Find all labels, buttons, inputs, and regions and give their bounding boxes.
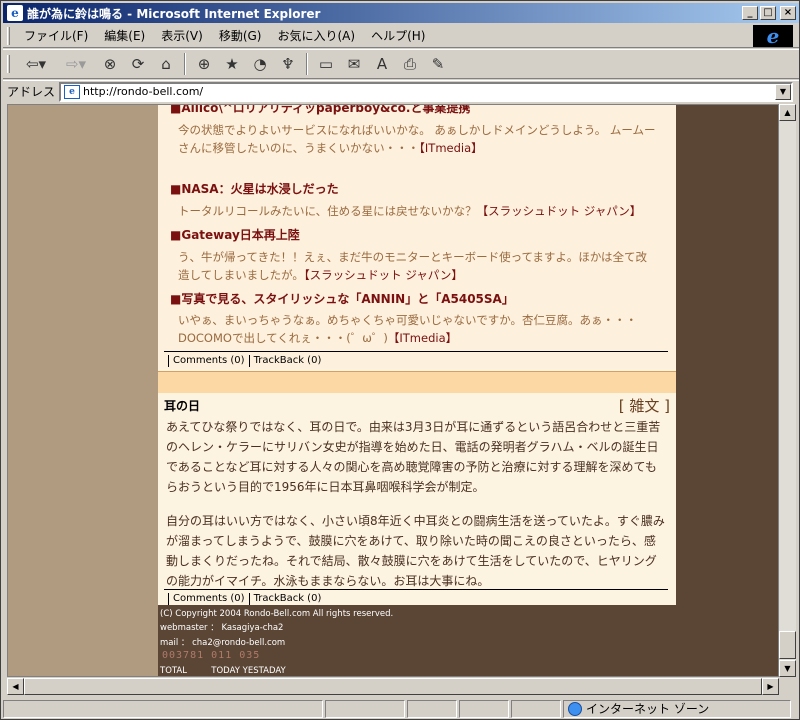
toolbar-separator [306,53,308,75]
status-pane [325,699,405,718]
close-button[interactable]: × [780,6,796,20]
address-dropdown-icon[interactable]: ▼ [775,83,791,100]
access-counter: 003781 011 035 [162,650,260,661]
news-source-link[interactable]: 【スラッシュドット ジャパン】 [304,268,463,282]
menu-go[interactable]: 移動(G) [211,25,270,46]
address-label: アドレス [7,85,56,99]
status-bar: インターネット ゾーン [3,698,799,719]
counter-yesterday: 035 [239,650,261,661]
news-body: トータルリコールみたいに、住める星には戻せないかな？【スラッシュドット ジャパン… [178,202,658,220]
menu-view[interactable]: 表示(V) [153,25,211,46]
entry-divider [158,371,676,393]
forward-arrow-icon[interactable]: ⇨▾ [57,52,95,76]
vertical-scroll-thumb[interactable] [779,631,796,659]
label-today: TODAY [211,666,240,676]
print-icon[interactable]: ⎙ [397,52,423,76]
channels-icon[interactable]: ♆ [275,52,301,76]
minimize-button[interactable]: _ [742,6,758,20]
page-content: ■Ailico\^ロリアリティッpaperboy&co.と事業提携 今の状態でよ… [158,105,676,676]
news-body: う、牛が帰ってきた！！えぇ、まだ牛のモニターとキーボード使ってますよ。ほかは全て… [178,248,658,284]
trackback-link[interactable]: TrackBack (0) [254,593,322,604]
edit-icon[interactable]: ✎ [425,52,451,76]
news-headline[interactable]: ■写真で見る、スタイリッシュな「ANNIN」と「A5405SA」 [170,290,514,307]
news-source-link[interactable]: 【スラッシュドット ジャパン】 [477,204,642,218]
page-footer: (C) Copyright 2004 Rondo-Bell.com All ri… [158,605,676,676]
mail-icon[interactable]: ✉ [341,52,367,76]
news-body: いやぁ、まいっちゃうなぁ。めちゃくちゃ可愛いじゃないですか。杏仁豆腐。あぁ・・・… [178,311,658,347]
menu-bar: ファイル(F) 編集(E) 表示(V) 移動(G) お気に入り(A) ヘルプ(H… [3,24,799,48]
left-background [8,105,158,676]
maximize-button[interactable]: □ [760,6,776,20]
counter-labels: TOTAL TODAY YESTADAY [160,666,286,676]
font-icon[interactable]: A [369,52,395,76]
search-icon[interactable]: ⊕ [191,52,217,76]
news-headline[interactable]: ■Ailico\^ロリアリティッpaperboy&co.と事業提携 [170,105,470,116]
news-text: 今の状態でよりよいサービスになればいいかな。 あぁしかしドメインどうしよう。 ム… [178,123,656,155]
news-headline[interactable]: ■Gateway日本再上陸 [170,226,300,243]
counter-total: 003781 [162,650,205,661]
refresh-icon[interactable]: ⟳ [125,52,151,76]
back-arrow-icon[interactable]: ⇦▾ [17,52,55,76]
trackback-link[interactable]: TrackBack (0) [254,355,322,366]
toolbar-grip [7,55,10,73]
news-headline[interactable]: ■NASA：火星は水浸しだった [170,180,339,197]
address-bar: アドレス e ▼ [3,80,799,102]
news-text: トータルリコールみたいに、住める星には戻せないかな？ [178,204,477,218]
status-text-pane [3,699,323,718]
scroll-left-icon[interactable]: ◀ [7,678,24,695]
ie-logo-icon: e [753,24,793,48]
scroll-right-icon[interactable]: ▶ [762,678,779,695]
menu-help[interactable]: ヘルプ(H) [363,25,433,46]
stop-icon[interactable]: ⊗ [97,52,123,76]
window-title: 誰が為に鈴は鳴る - Microsoft Internet Explorer [27,6,321,21]
scroll-up-icon[interactable]: ▲ [779,104,796,121]
scroll-down-icon[interactable]: ▼ [779,660,796,677]
address-input[interactable] [83,85,775,98]
zone-pane: インターネット ゾーン [563,699,791,718]
article-paragraph: 自分の耳はいい方ではなく、小さい頃8年近く中耳炎との闘病生活を送っていたよ。すぐ… [166,514,665,588]
zone-text: インターネット ゾーン [586,702,710,716]
comments-link[interactable]: Comments (0) [173,355,245,366]
standard-toolbar: ⇦▾ ⇨▾ ⊗ ⟳ ⌂ ⊕ ★ ◔ ♆ ▭ ✉ A ⎙ ✎ [3,49,799,79]
label-total: TOTAL [160,666,187,676]
menu-favorites[interactable]: お気に入り(A) [269,25,363,46]
favorites-icon[interactable]: ★ [219,52,245,76]
webmaster-text: webmaster ： Kasagiya-cha2 [160,623,284,633]
news-body: 今の状態でよりよいサービスになればいいかな。 あぁしかしドメインどうしよう。 ム… [178,121,658,157]
article-paragraph: あえてひな祭りではなく、耳の日で。由来は3月3日が耳に通ずるという語呂合わせと三… [166,420,661,494]
browser-window: e 誰が為に鈴は鳴る - Microsoft Internet Explorer… [0,0,800,720]
copyright-text: (C) Copyright 2004 Rondo-Bell.com All ri… [160,609,394,619]
ie-page-icon: e [7,5,23,21]
toolbar-separator [184,53,186,75]
menu-edit[interactable]: 編集(E) [96,25,153,46]
internet-zone-icon [568,701,582,716]
status-pane [459,699,509,718]
news-source-link[interactable]: 【ITmedia】 [388,331,457,345]
horizontal-scroll-thumb[interactable] [24,678,762,695]
menu-grip [7,26,10,45]
address-field[interactable]: e ▼ [59,81,793,102]
label-yesterday: YESTADAY [242,666,286,676]
title-bar: e 誰が為に鈴は鳴る - Microsoft Internet Explorer… [3,3,799,23]
vertical-scrollbar[interactable]: ▲ ▼ [779,104,796,677]
news-source-link[interactable]: 【ITmedia】 [419,141,483,155]
news-block: ■Ailico\^ロリアリティッpaperboy&co.と事業提携 今の状態でよ… [158,105,676,369]
entry-meta: Comments (0) TrackBack (0) [164,351,668,369]
right-background [676,105,778,676]
article-category[interactable]: [ 雑文 ] [619,395,670,416]
menu-file[interactable]: ファイル(F) [16,25,96,46]
status-pane [511,699,561,718]
page-viewport: ■Ailico\^ロリアリティッpaperboy&co.と事業提携 今の状態でよ… [7,104,779,677]
page-icon: e [64,84,81,99]
home-icon[interactable]: ⌂ [153,52,179,76]
status-pane [407,699,457,718]
article-title[interactable]: 耳の日 [164,397,200,414]
fullscreen-icon[interactable]: ▭ [313,52,339,76]
comments-link[interactable]: Comments (0) [173,593,245,604]
history-icon[interactable]: ◔ [247,52,273,76]
counter-today: 011 [211,650,233,661]
horizontal-scrollbar[interactable]: ◀ ▶ [7,678,779,695]
mail-link[interactable]: mail ： cha2@rondo-bell.com [160,636,285,648]
